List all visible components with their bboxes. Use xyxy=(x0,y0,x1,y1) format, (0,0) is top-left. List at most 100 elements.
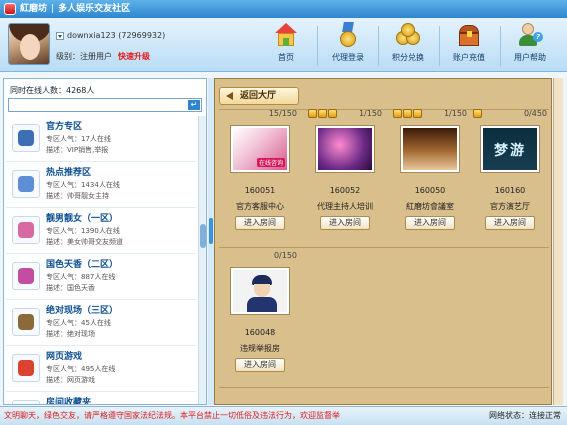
category-description: 描述：VIP销售,举报 xyxy=(46,146,109,154)
category-description: 描述：美女帅哥交友频道 xyxy=(46,238,123,246)
category-title[interactable]: 国色天香（二区） xyxy=(46,257,118,270)
nav-divider xyxy=(378,26,379,66)
status-dropdown-icon[interactable] xyxy=(56,31,64,40)
web-game-icon xyxy=(12,354,40,382)
nav-points-exchange-label: 积分兑换 xyxy=(392,53,424,62)
room-thumbnail[interactable] xyxy=(231,268,289,314)
category-title[interactable]: 房间收藏夹 xyxy=(46,395,91,404)
back-to-lobby-button[interactable]: 返回大厅 xyxy=(219,87,299,105)
category-description: 描述：绝对现场 xyxy=(46,330,95,338)
nav-agent-login-button[interactable]: 代理登录 xyxy=(322,22,374,68)
badge-icon xyxy=(393,109,402,118)
nav-home-button[interactable]: 首页 xyxy=(260,22,312,68)
category-title[interactable]: 网页游戏 xyxy=(46,349,82,362)
username-row[interactable]: downxia123 (72969932) xyxy=(56,31,165,40)
back-to-lobby-label: 返回大厅 xyxy=(240,91,277,101)
divider xyxy=(219,247,549,248)
room-thumbnail[interactable] xyxy=(316,126,374,172)
room-count: 1/150 xyxy=(443,109,467,118)
room-card: 0/450 梦游 160160 官方演艺厅 进入房间 xyxy=(471,109,551,230)
nav-help-button[interactable]: ? 用户帮助 xyxy=(504,22,556,68)
nav-divider xyxy=(317,26,318,66)
category-scrollbar[interactable] xyxy=(198,116,206,404)
nav-divider xyxy=(500,26,501,66)
official-icon xyxy=(12,124,40,152)
category-description: 描述：国色天香 xyxy=(46,284,95,292)
room-scrollbar[interactable] xyxy=(553,78,563,405)
title-separator: | xyxy=(51,4,55,14)
coins-icon xyxy=(395,22,421,48)
nav-recharge-button[interactable]: 账户充值 xyxy=(443,22,495,68)
room-name: 官方演艺厅 xyxy=(490,202,530,211)
room-name: 紅磨坊會議室 xyxy=(406,202,454,211)
treasure-chest-icon xyxy=(456,22,482,48)
room-card: 1/150 160050 紅磨坊會議室 进入房间 xyxy=(391,109,471,230)
badge-icon xyxy=(308,109,317,118)
beauty-icon xyxy=(12,262,40,290)
room-panel: 返回大厅 15/150 在线咨询 160051 官方客服中心 进入房间 1/15… xyxy=(214,78,552,405)
badge-icon xyxy=(328,109,337,118)
category-description: 描述：帅哥靓女主持 xyxy=(46,192,109,200)
category-title[interactable]: 靓男靓女（一区） xyxy=(46,211,118,224)
room-id: 160048 xyxy=(244,328,276,337)
category-popularity: 专区人气：495人在线 xyxy=(46,365,116,373)
category-popularity: 专区人气：45人在线 xyxy=(46,319,111,327)
home-icon xyxy=(273,22,299,48)
username: downxia123 (72969932) xyxy=(67,31,166,40)
nav-points-exchange-button[interactable]: 积分兑换 xyxy=(382,22,434,68)
category-title[interactable]: 绝对现场（三区） xyxy=(46,303,118,316)
nav-help-label: 用户帮助 xyxy=(514,53,546,62)
badge-icon xyxy=(413,109,422,118)
favorites-icon xyxy=(12,400,40,404)
category-item[interactable]: 房间收藏夹 xyxy=(6,392,196,404)
badge-icon xyxy=(403,109,412,118)
enter-room-button[interactable]: 进入房间 xyxy=(235,358,285,372)
category-item[interactable]: 靓男靓女（一区） 专区人气：1390人在线 描述：美女帅哥交友频道 xyxy=(6,208,196,254)
header: downxia123 (72969932) 级别：注册用户 快速升级 首页 代理登… xyxy=(0,18,567,72)
room-id: 160050 xyxy=(414,186,446,195)
divider xyxy=(219,387,549,388)
category-item[interactable]: 官方专区 专区人气：17人在线 描述：VIP销售,举报 xyxy=(6,116,196,162)
category-description: 描述：网页游戏 xyxy=(46,376,95,384)
room-thumbnail[interactable] xyxy=(401,126,459,172)
network-status: 网络状态：连接正常 xyxy=(489,411,561,420)
category-title[interactable]: 官方专区 xyxy=(46,119,82,132)
enter-room-button[interactable]: 进入房间 xyxy=(405,216,455,230)
user-level: 级别：注册用户 xyxy=(56,52,112,61)
room-count: 0/450 xyxy=(523,109,547,118)
category-item[interactable]: 绝对现场（三区） 专区人气：45人在线 描述：绝对现场 xyxy=(6,300,196,346)
medal-icon xyxy=(335,22,361,48)
room-id: 160051 xyxy=(244,186,276,195)
notice-text: 文明聊天，绿色交友，请严格遵守国家法纪法规。本平台禁止一切低俗及违法行为，欢迎监… xyxy=(4,411,340,420)
back-arrow-icon xyxy=(226,92,233,100)
hot-recommend-icon xyxy=(12,170,40,198)
upgrade-link[interactable]: 快速升级 xyxy=(118,52,150,61)
category-popularity: 专区人气：1434人在线 xyxy=(46,181,120,189)
room-badges xyxy=(308,109,338,119)
room-badges xyxy=(473,109,483,119)
enter-room-button[interactable]: 进入房间 xyxy=(320,216,370,230)
scrollbar-thumb[interactable] xyxy=(200,224,206,248)
nav-divider xyxy=(439,26,440,66)
level-row: 级别：注册用户 快速升级 xyxy=(56,51,150,62)
title-bar: 紅磨坊 | 多人娱乐交友社区 xyxy=(0,0,567,18)
splitter-grip[interactable] xyxy=(209,218,213,244)
police-uniform-icon xyxy=(247,297,277,312)
category-item[interactable]: 热点推荐区 专区人气：1434人在线 描述：帅哥靓女主持 xyxy=(6,162,196,208)
app-name: 紅磨坊 xyxy=(20,4,48,14)
room-thumbnail[interactable]: 梦游 xyxy=(481,126,539,172)
enter-room-button[interactable]: 进入房间 xyxy=(485,216,535,230)
search-input[interactable] xyxy=(9,99,187,111)
category-item[interactable]: 国色天香（二区） 专区人气：887人在线 描述：国色天香 xyxy=(6,254,196,300)
enter-icon[interactable]: ↵ xyxy=(188,100,200,110)
room-name: 官方客服中心 xyxy=(236,202,284,211)
avatar[interactable] xyxy=(8,23,50,65)
room-name: 代理主持人培训 xyxy=(317,202,373,211)
room-card: 0/150 160048 违规举报房 进入房间 xyxy=(221,251,301,372)
search-box[interactable]: ↵ xyxy=(8,98,202,112)
category-item[interactable]: 网页游戏 专区人气：495人在线 描述：网页游戏 xyxy=(6,346,196,392)
room-thumbnail[interactable]: 在线咨询 xyxy=(231,126,289,172)
enter-room-button[interactable]: 进入房间 xyxy=(235,216,285,230)
category-title[interactable]: 热点推荐区 xyxy=(46,165,91,178)
category-popularity: 专区人气：887人在线 xyxy=(46,273,116,281)
